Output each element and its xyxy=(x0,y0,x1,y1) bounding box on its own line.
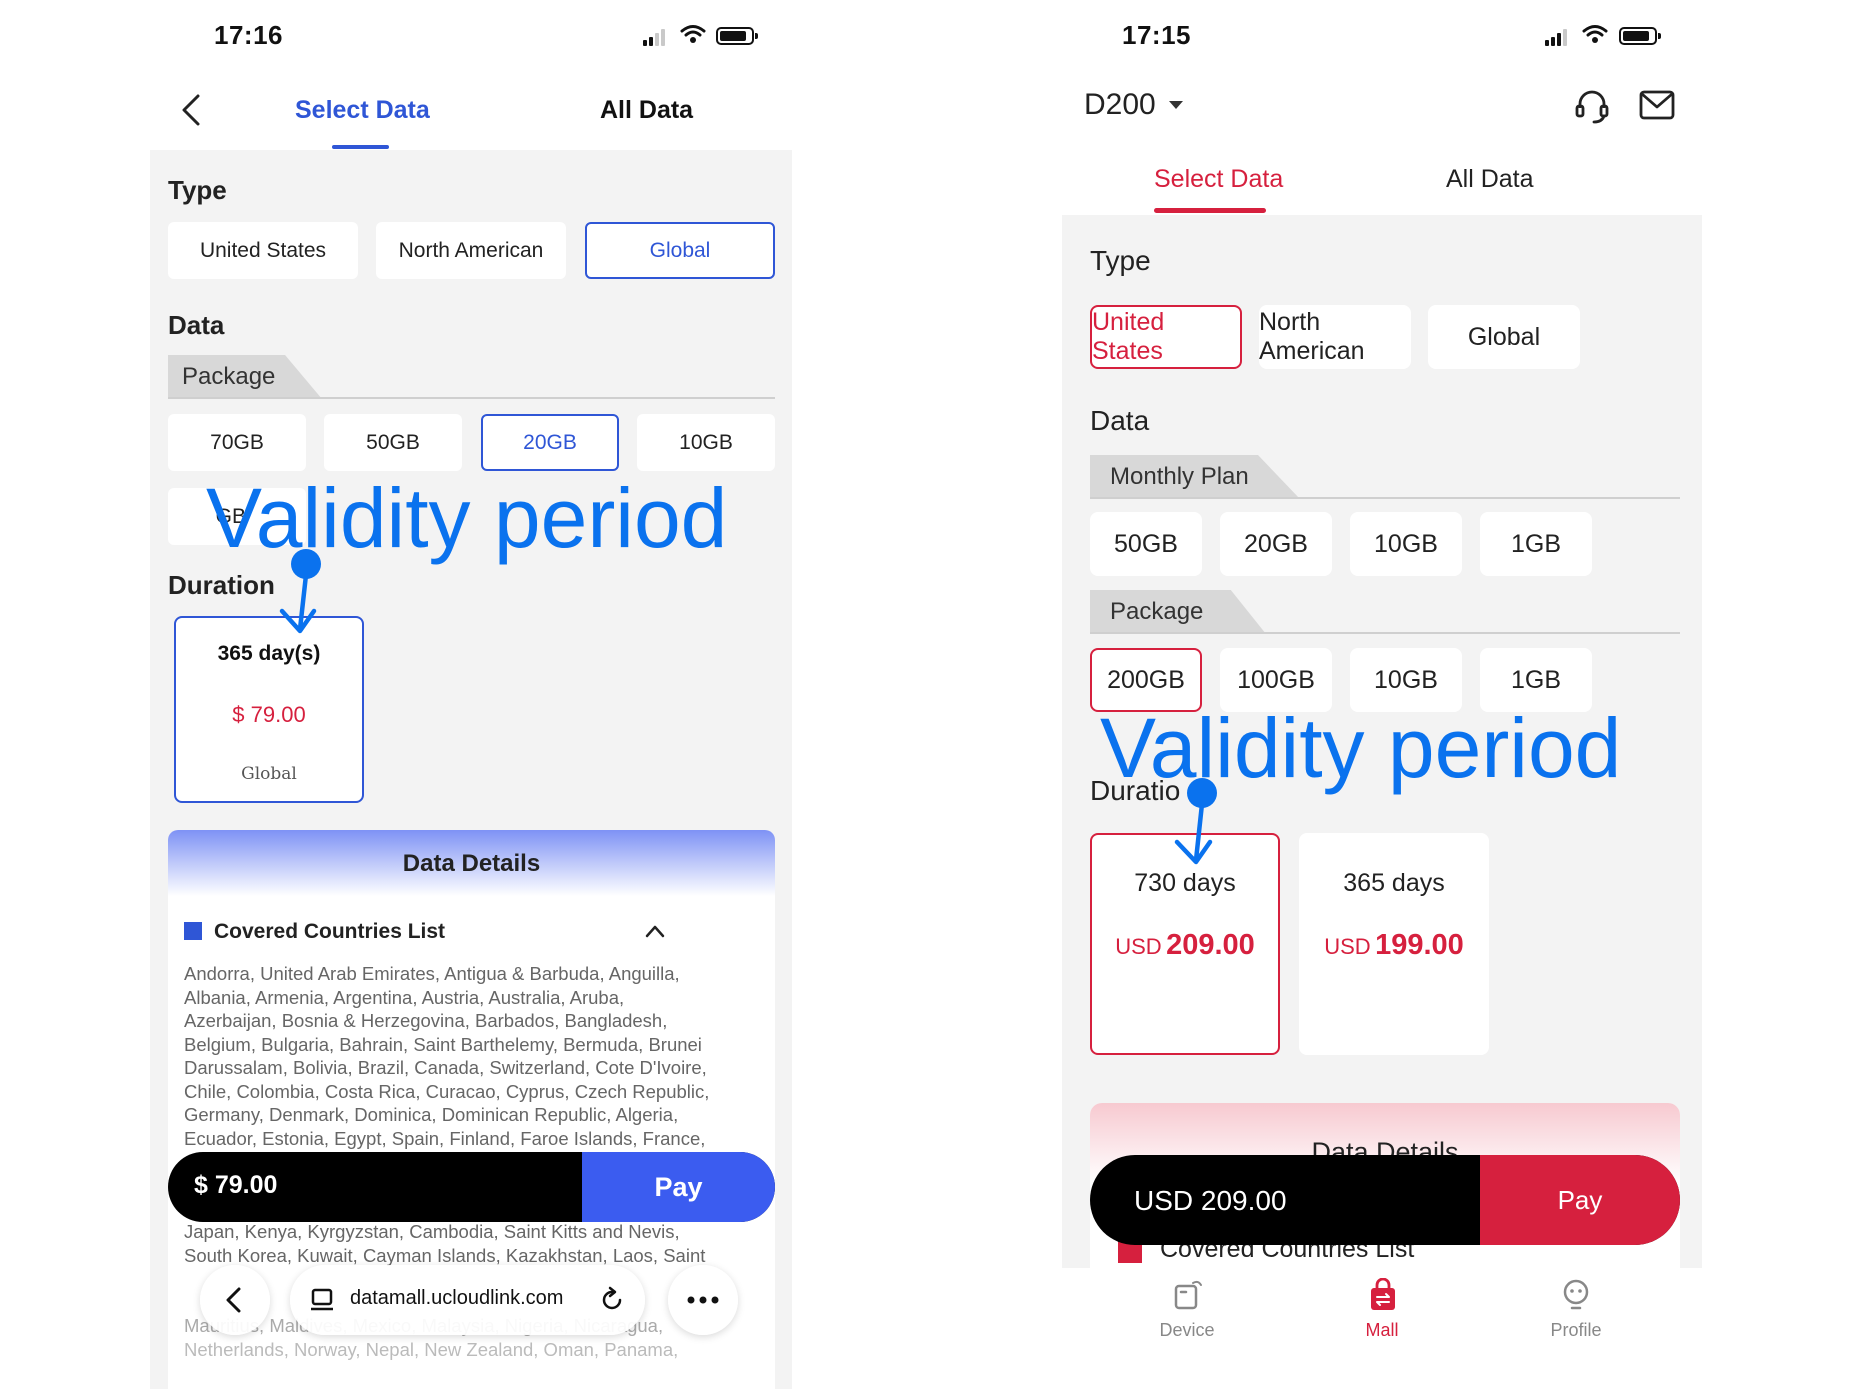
package-subtab-rule xyxy=(1090,632,1680,634)
status-time: 17:16 xyxy=(214,20,283,50)
pay-bar: USD 209.00 Pay xyxy=(1090,1155,1680,1245)
nav-device[interactable]: Device xyxy=(1127,1278,1247,1368)
duration-card-365[interactable]: 365 day(s) $ 79.00 Global xyxy=(174,616,364,803)
type-option-north-american[interactable]: North American xyxy=(1259,305,1411,369)
monthly-option-50gb[interactable]: 50GB xyxy=(1090,512,1202,576)
type-option-global[interactable]: Global xyxy=(1428,305,1580,369)
caret-down-icon[interactable] xyxy=(1168,100,1184,110)
covered-countries-title: Covered Countries List xyxy=(214,920,446,943)
data-heading: Data xyxy=(168,310,225,340)
pay-button[interactable]: Pay xyxy=(1480,1155,1680,1245)
duration-heading: Duration xyxy=(168,570,275,600)
type-option-united-states[interactable]: United States xyxy=(168,222,358,279)
device-icon xyxy=(1174,1280,1202,1310)
wifi-icon xyxy=(1582,25,1608,43)
pay-total: $ 79.00 xyxy=(194,1171,278,1199)
monthly-option-1gb[interactable]: 1GB xyxy=(1480,512,1592,576)
annotation-arrow-right-icon xyxy=(1174,778,1217,865)
left-phone-screen: 17:16 Select Data All Data Type United S… xyxy=(150,0,792,1389)
device-selector[interactable]: D200 xyxy=(1084,88,1156,122)
duration-days: 730 days xyxy=(1134,869,1236,897)
shopping-bag-icon xyxy=(1371,1278,1395,1310)
type-option-north-american[interactable]: North American xyxy=(376,222,566,279)
battery-icon xyxy=(1619,27,1661,45)
nav-mall[interactable]: Mall xyxy=(1322,1278,1442,1368)
monthly-subtab-rule xyxy=(1090,497,1680,499)
type-option-global[interactable]: Global xyxy=(585,222,775,279)
cell-signal-icon xyxy=(1545,28,1567,46)
browser-back-button[interactable] xyxy=(200,1265,270,1335)
duration-days: 365 day(s) xyxy=(217,642,321,665)
nav-label-mall: Mall xyxy=(1365,1320,1399,1340)
mail-icon[interactable] xyxy=(1639,90,1675,120)
tab-all-data[interactable]: All Data xyxy=(1446,165,1534,194)
reload-icon[interactable] xyxy=(598,1286,626,1314)
browser-back-icon xyxy=(226,1287,241,1313)
more-dots-icon xyxy=(687,1296,719,1304)
right-phone-screen: 17:15 D200 Select Data All Data Type Uni… xyxy=(1062,0,1702,1389)
status-time: 17:15 xyxy=(1122,20,1191,50)
tab-view-icon xyxy=(311,1288,333,1311)
duration-days: 365 days xyxy=(1343,869,1445,897)
square-bullet-icon xyxy=(184,922,202,940)
monthly-option-10gb[interactable]: 10GB xyxy=(1350,512,1462,576)
pay-total: USD 209.00 xyxy=(1134,1185,1287,1216)
type-option-united-states[interactable]: United States xyxy=(1090,305,1242,369)
nav-label-device: Device xyxy=(1159,1320,1215,1340)
package-subtab-rule xyxy=(168,397,775,399)
cell-signal-icon xyxy=(643,28,665,46)
nav-profile[interactable]: Profile xyxy=(1516,1278,1636,1368)
type-heading: Type xyxy=(1090,245,1151,276)
headset-icon[interactable] xyxy=(1572,86,1612,126)
wifi-icon xyxy=(680,25,706,43)
duration-price: USD 199.00 xyxy=(1324,929,1464,961)
data-heading: Data xyxy=(1090,405,1150,436)
package-option-20gb[interactable]: 20GB xyxy=(481,414,619,471)
duration-card-365[interactable]: 365 days USD 199.00 xyxy=(1299,833,1489,1055)
annotation-arrow-left-icon xyxy=(279,549,321,634)
package-option-10gb[interactable]: 10GB xyxy=(637,414,775,471)
back-arrow-icon[interactable] xyxy=(180,94,202,126)
bottom-nav: Device Mall Profile xyxy=(1062,1268,1702,1389)
profile-icon xyxy=(1563,1279,1589,1310)
type-heading: Type xyxy=(168,175,227,205)
nav-label-profile: Profile xyxy=(1550,1320,1602,1340)
duration-price: USD 209.00 xyxy=(1115,929,1255,961)
browser-more-button[interactable] xyxy=(668,1265,738,1335)
tab-select-data[interactable]: Select Data xyxy=(295,96,430,125)
battery-icon xyxy=(716,27,758,45)
pay-button[interactable]: Pay xyxy=(582,1152,775,1222)
chevron-up-icon[interactable] xyxy=(645,924,665,938)
package-option-50gb[interactable]: 50GB xyxy=(324,414,462,471)
tab-underline xyxy=(332,145,389,149)
monthly-option-20gb[interactable]: 20GB xyxy=(1220,512,1332,576)
browser-address-bar[interactable]: datamall.ucloudlink.com xyxy=(290,1265,645,1335)
details-title: Data Details xyxy=(402,850,541,877)
duration-region: Global xyxy=(241,764,297,784)
pay-bar: $ 79.00 Pay xyxy=(168,1152,775,1222)
countries-list-upper: Andorra, United Arab Emirates, Antigua &… xyxy=(184,963,710,1149)
tab-all-data[interactable]: All Data xyxy=(600,96,693,125)
package-option-70gb[interactable]: 70GB xyxy=(168,414,306,471)
tab-underline xyxy=(1154,208,1266,213)
browser-url: datamall.ucloudlink.com xyxy=(350,1287,564,1309)
tab-select-data[interactable]: Select Data xyxy=(1154,165,1283,194)
duration-price: $ 79.00 xyxy=(232,702,306,727)
